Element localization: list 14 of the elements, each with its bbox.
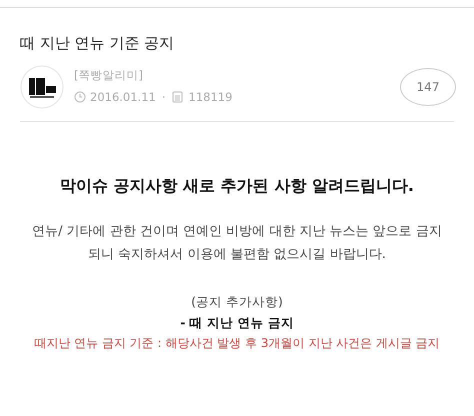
separator-dot: · <box>162 88 166 106</box>
cafe-logo-icon <box>20 64 64 108</box>
clock-icon <box>74 91 86 104</box>
warning-text: 때지난 연뉴 금지 기준 : 해당사건 발생 후 3개월이 지난 사건은 게시글 금지 <box>34 334 440 352</box>
notice-text: 연뉴/ 기타에 관한 건이며 연예인 비방에 대한 지난 뉴스는 앞으로 금지되니 숙지하셔서 이용에 불편함 없으시길 바랍니다. <box>31 222 443 264</box>
notice-text: (공지 추가사항) <box>191 292 283 310</box>
notice-heading: 막이슈 공지사항 새로 추가된 사항 알려드립니다. <box>60 174 414 196</box>
document-icon <box>172 91 183 104</box>
notice-text: - 때 지난 연뉴 금지 <box>180 314 294 332</box>
view-count: 118119 <box>188 88 232 106</box>
board-category[interactable]: [쪽빵알리미] <box>74 67 232 84</box>
post-date: 2016.01.11 <box>90 88 156 106</box>
comment-count-bubble[interactable]: 147 <box>400 68 456 106</box>
post-title: 때 지난 연뉴 기준 공지 <box>20 33 176 54</box>
